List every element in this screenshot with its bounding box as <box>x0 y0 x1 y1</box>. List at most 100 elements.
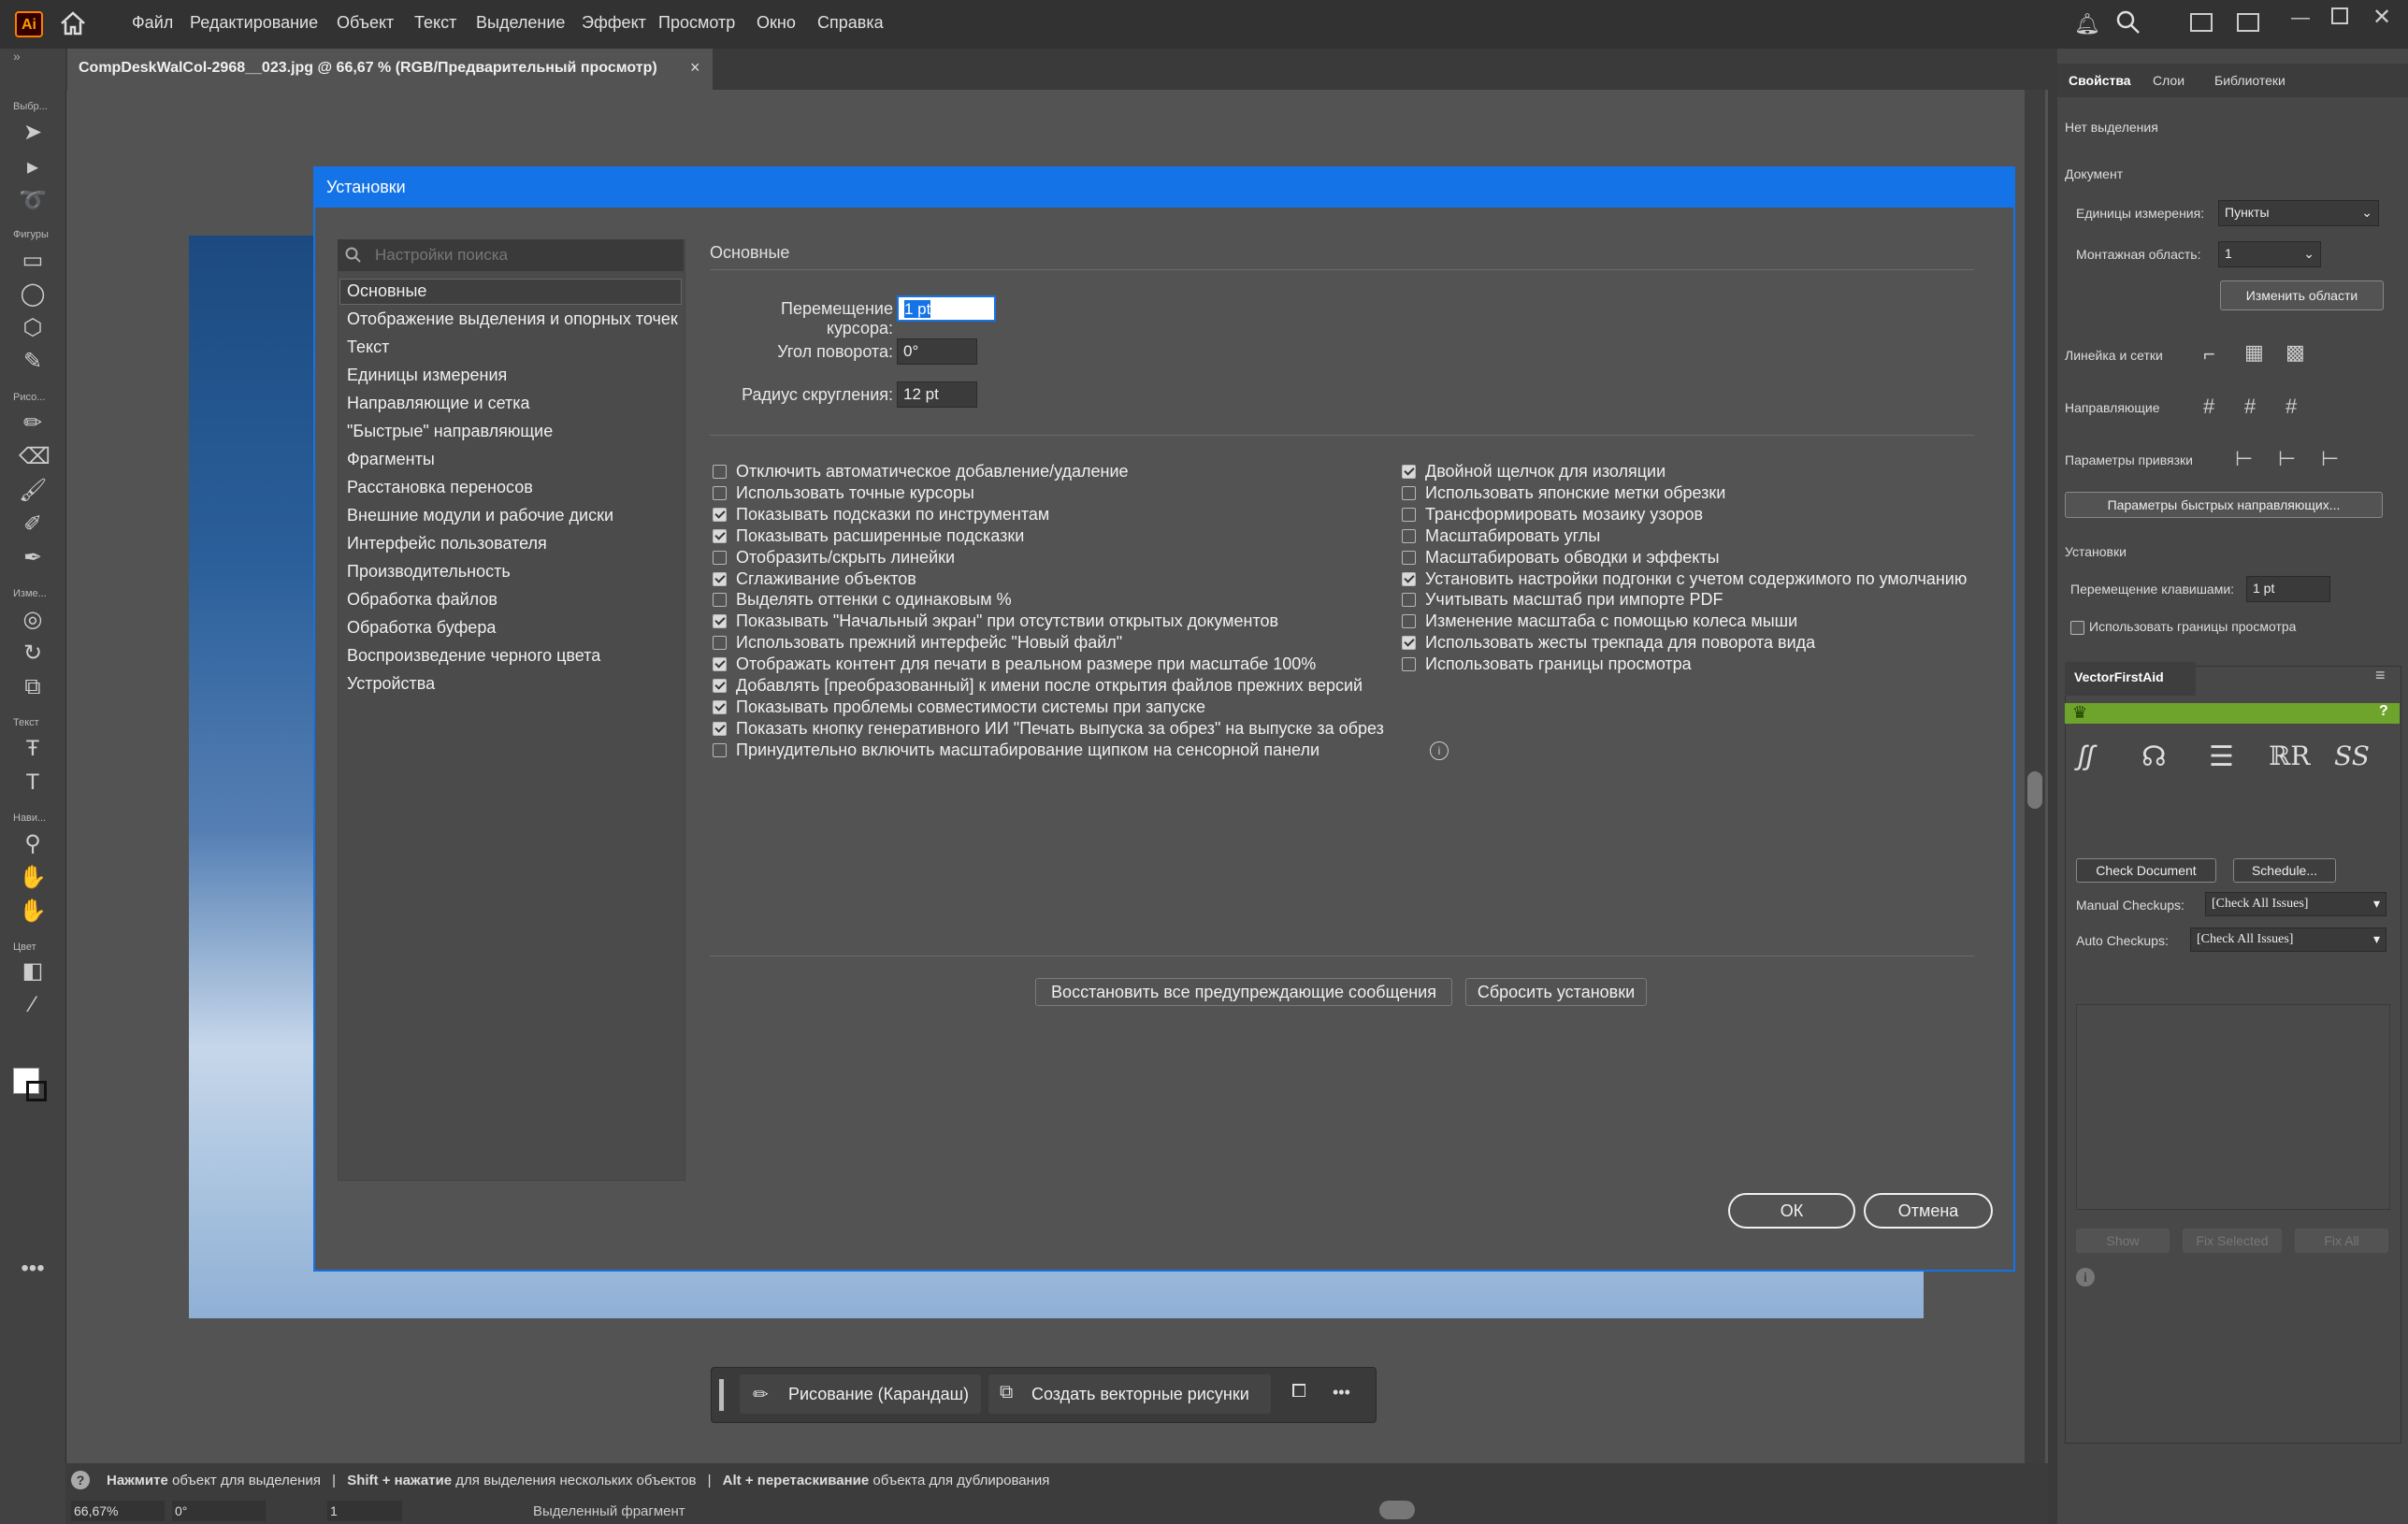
nav-item-black-appearance[interactable]: Воспроизведение черного цвета <box>347 646 600 666</box>
option-checkbox[interactable] <box>713 699 727 714</box>
info-icon[interactable]: i <box>1430 740 1449 760</box>
brush-icon[interactable]: 🖌︎ <box>19 477 47 505</box>
corner-radius-field[interactable]: 12 pt <box>897 381 977 408</box>
dialog-title-bar[interactable] <box>315 168 2013 208</box>
draw-pencil-button[interactable]: ✏ Рисование (Карандаш) <box>740 1374 981 1414</box>
nav-item-file-handling[interactable]: Обработка файлов <box>347 590 497 610</box>
option-checkbox[interactable] <box>713 571 727 586</box>
preview-bounds-checkbox[interactable] <box>2070 621 2084 635</box>
restore-warnings-button[interactable]: Восстановить все предупреждающие сообщен… <box>1035 978 1452 1006</box>
width-tool-icon[interactable]: ◎ <box>19 606 47 634</box>
option-checkbox[interactable] <box>713 614 727 629</box>
menu-file[interactable]: Файл <box>132 13 173 33</box>
ellipse-icon[interactable]: ◯ <box>19 280 47 309</box>
option-checkbox[interactable] <box>1402 657 1416 672</box>
option-checkbox[interactable] <box>1402 571 1416 586</box>
ok-button[interactable]: ОК <box>1728 1193 1855 1229</box>
more-options-icon[interactable]: ••• <box>1333 1383 1350 1402</box>
tab-properties[interactable]: Свойства <box>2069 73 2131 88</box>
units-select[interactable]: Пункты ⌄ <box>2218 200 2379 226</box>
more-tools-icon[interactable]: ••• <box>19 1255 47 1283</box>
workspace-icon[interactable] <box>2190 13 2213 32</box>
nav-item-user-interface[interactable]: Интерфейс пользователя <box>347 534 547 554</box>
guides-icon[interactable]: # <box>2203 395 2214 419</box>
blob-brush-icon[interactable]: ✐ <box>19 510 47 539</box>
pencil-icon[interactable]: ✏ <box>19 410 47 438</box>
scroll-thumb[interactable] <box>2027 771 2042 809</box>
image-trace-icon[interactable]: ⧠ <box>1291 1381 1306 1402</box>
align-text-icon[interactable]: ☰ <box>2209 740 2234 773</box>
menu-object[interactable]: Объект <box>337 13 394 33</box>
nav-item-devices[interactable]: Устройства <box>347 674 435 694</box>
zoom-icon[interactable]: ⚲ <box>19 830 47 858</box>
option-checkbox[interactable] <box>713 636 727 651</box>
menu-view[interactable]: Просмотр <box>658 13 735 33</box>
minimize-icon[interactable]: — <box>2291 7 2310 29</box>
nav-item-plugins[interactable]: Внешние модули и рабочие диски <box>347 506 613 525</box>
nav-item-general[interactable]: Основные <box>347 281 426 301</box>
option-checkbox[interactable] <box>713 465 727 479</box>
search-icon[interactable] <box>2115 9 2141 40</box>
ruler-icon[interactable]: ⌐ <box>2203 342 2215 367</box>
option-checkbox[interactable] <box>713 721 727 736</box>
option-checkbox[interactable] <box>1402 507 1416 522</box>
preferences-search[interactable]: Настройки поиска <box>338 239 684 271</box>
nav-item-slices[interactable]: Фрагменты <box>347 450 435 469</box>
nav-item-units[interactable]: Единицы измерения <box>347 366 507 385</box>
menu-edit[interactable]: Редактирование <box>190 13 318 33</box>
nav-item-clipboard[interactable]: Обработка буфера <box>347 618 496 638</box>
show-button[interactable]: Show <box>2076 1229 2170 1253</box>
selection-tool-icon[interactable]: ➤ <box>19 119 47 147</box>
eyedropper-icon[interactable]: ⁄ <box>19 991 47 1019</box>
option-checkbox[interactable] <box>1402 614 1416 629</box>
type-icon[interactable]: T <box>19 769 47 797</box>
menu-help[interactable]: Справка <box>817 13 884 33</box>
option-checkbox[interactable] <box>713 657 727 672</box>
arrange-icon[interactable] <box>2237 13 2259 32</box>
auto-checkups-select[interactable]: [Check All Issues] ▾ <box>2190 927 2386 952</box>
lasso-icon[interactable]: ➰ <box>19 187 47 215</box>
create-vector-button[interactable]: ⧉ Создать векторные рисунки <box>988 1374 1271 1414</box>
menu-window[interactable]: Окно <box>757 13 796 33</box>
nav-item-performance[interactable]: Производительность <box>347 562 511 582</box>
snap-point-icon[interactable]: ⊢ <box>2235 447 2253 471</box>
maximize-icon[interactable] <box>2331 7 2348 24</box>
manual-checkups-select[interactable]: [Check All Issues] ▾ <box>2205 892 2386 916</box>
help-icon[interactable]: ? <box>71 1471 90 1489</box>
lock-guides-icon[interactable]: # <box>2244 395 2256 419</box>
snap-pixel-icon[interactable]: ⊢ <box>2278 447 2296 471</box>
artboard-select[interactable]: 1 ⌄ <box>2218 241 2321 267</box>
tab-libraries[interactable]: Библиотеки <box>2214 73 2285 88</box>
direct-selection-icon[interactable]: ▸ <box>19 153 47 181</box>
info-icon[interactable]: i <box>2076 1268 2095 1287</box>
option-checkbox[interactable] <box>1402 465 1416 479</box>
nav-item-smart-guides[interactable]: "Быстрые" направляющие <box>347 422 553 441</box>
nav-item-selection-display[interactable]: Отображение выделения и опорных точек <box>347 309 678 329</box>
keyboard-increment-field[interactable]: 1 pt <box>2246 576 2330 602</box>
menu-select[interactable]: Выделение <box>476 13 565 33</box>
fix-selected-button[interactable]: Fix Selected <box>2183 1229 2282 1253</box>
pen-icon[interactable]: ✒ <box>19 544 47 572</box>
fix-curves-icon[interactable]: ʃʃ <box>2078 740 2094 772</box>
fix-anchors-icon[interactable]: ☊ <box>2141 740 2167 773</box>
close-tab-icon[interactable]: × <box>690 58 700 78</box>
eraser-icon[interactable]: ⌫ <box>19 443 50 471</box>
close-window-icon[interactable]: ✕ <box>2372 4 2391 31</box>
option-checkbox[interactable] <box>1402 550 1416 565</box>
shape-builder-icon[interactable]: ⧉ <box>19 673 47 701</box>
cursor-key-field[interactable]: 1 pt <box>897 295 996 322</box>
artboard-nav-field[interactable]: 1 <box>327 1501 402 1521</box>
collapse-icon[interactable]: » <box>13 49 21 64</box>
gradient-icon[interactable]: ◧ <box>19 957 47 985</box>
plugin-menu-icon[interactable]: ≡ <box>2375 666 2386 685</box>
nav-item-type[interactable]: Текст <box>347 338 389 357</box>
option-checkbox[interactable] <box>713 679 727 693</box>
option-checkbox[interactable] <box>713 528 727 543</box>
shaper-icon[interactable]: ✎ <box>19 348 47 376</box>
nav-item-hyphenation[interactable]: Расстановка переносов <box>347 478 533 497</box>
option-checkbox[interactable] <box>713 550 727 565</box>
edit-artboards-button[interactable]: Изменить области <box>2220 280 2384 310</box>
drag-handle[interactable] <box>719 1379 724 1411</box>
option-checkbox[interactable] <box>713 593 727 608</box>
stroke-swatch[interactable] <box>26 1081 47 1101</box>
